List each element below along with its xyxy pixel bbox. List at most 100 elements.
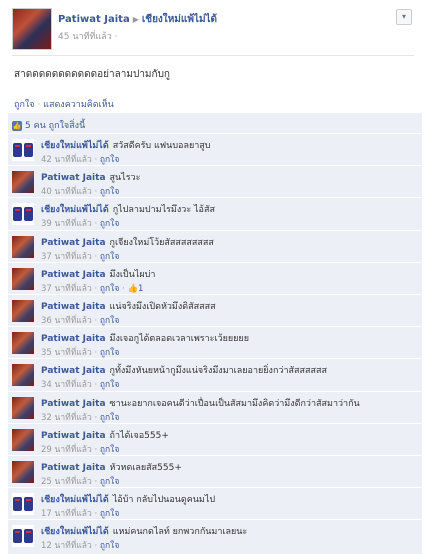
commenter-avatar[interactable] [12,235,34,258]
comment-author-link[interactable]: Patiwat Jaita [41,302,106,312]
commenter-avatar[interactable] [12,267,34,290]
comment-item: Patiwat Jaita มึงเจอกูได้ตลอดเวลาเพราะเว้… [8,326,422,358]
comment-meta: 40 นาทีที่แล้ว · ถูกใจ [41,184,119,198]
comment-author-link[interactable]: Patiwat Jaita [41,431,106,441]
comment-text: ถ้าได้เจอ555+ [109,430,169,441]
comment-timestamp[interactable]: 42 นาทีที่แล้ว [41,155,92,165]
comment-author-link[interactable]: เชียงใหม่แพ้ไม่ได้ [41,495,109,505]
comment-meta: 25 นาทีที่แล้ว · ถูกใจ [41,474,119,488]
comment-body: Patiwat Jaita มึงเจอกูได้ตลอดเวลาเพราะเว้… [41,331,249,345]
likes-summary-text[interactable]: 5 คน ถูกใจสิ่งนี้ [25,121,85,131]
comment-like-link[interactable]: ถูกใจ [100,509,119,519]
jersey-avatar[interactable] [12,139,34,161]
comment-timestamp[interactable]: 40 นาทีที่แล้ว [41,187,92,197]
separator: · [91,476,100,487]
jersey-icon [13,529,22,544]
comment-meta: 12 นาทีที่แล้ว · ถูกใจ [41,538,119,552]
comment-list: เชียงใหม่แพ้ไม่ได้ สวัสดีครับ แฟนบอลยาสูบ… [8,133,422,551]
commenter-avatar[interactable] [12,428,34,451]
comment-item: Patiwat Jaita หัวหดเลยสัส555+ 25 นาทีที่แล… [8,454,422,488]
comment-item: Patiwat Jaita แน่จริงมึงเปิดหัวมึงดิสัสสส… [8,293,422,326]
separator: · [91,219,100,230]
comment-author-link[interactable]: Patiwat Jaita [41,270,106,280]
comment-timestamp[interactable]: 36 นาทีที่แล้ว [41,316,92,326]
separator: · [91,444,100,455]
commenter-avatar[interactable] [12,364,34,387]
post-timestamp[interactable]: 45 นาทีที่แล้ว · [58,29,118,43]
jersey-icon [24,497,33,512]
comment-body: Patiwat Jaita มึงเป็นไผบ่า [41,267,155,281]
thumbs-up-icon: 👍 [12,120,22,131]
commenter-avatar[interactable] [12,460,34,483]
comment-text: สูนไรวะ [109,173,141,184]
comment-body: Patiwat Jaita ถ้าได้เจอ555+ [41,428,169,442]
comment-meta: 35 นาทีที่แล้ว · ถูกใจ [41,345,119,359]
comment-body: Patiwat Jaita กูทั้งมึงหันยหน้ากูมึงแน่จร… [41,363,327,377]
comment-author-link[interactable]: เชียงใหม่แพ้ไม่ได้ [41,205,109,215]
comment-like-link[interactable]: ถูกใจ [100,219,119,229]
commenter-avatar[interactable] [12,396,34,419]
comment-author-link[interactable]: Patiwat Jaita [41,366,106,376]
separator: · [34,100,44,110]
comment-meta: 32 นาทีที่แล้ว · ถูกใจ [41,410,119,424]
comment-timestamp[interactable]: 39 นาทีที่แล้ว [41,219,92,229]
comment-body: เชียงใหม่แพ้ไม่ได้ แหม่คนกดไลท์ ยกพวกกันม… [41,524,247,538]
separator: · [91,251,100,262]
comment-text: ซานะอยากเจอคนดีว่าเปื่อนเป็นสัสมามึงคิดว… [109,398,360,409]
jersey-avatar[interactable] [12,203,34,226]
comment-like-count[interactable]: 1 [138,284,143,294]
comment-author-link[interactable]: Patiwat Jaita [41,334,106,344]
chevron-down-icon[interactable]: ▾ [396,9,412,25]
comment-like-link[interactable]: ถูกใจ [100,284,119,294]
commenter-avatar[interactable] [12,299,34,322]
likes-summary: 👍 5 คน ถูกใจสิ่งนี้ [12,118,85,132]
comment-like-link[interactable]: ถูกใจ [100,477,119,487]
comment-like-link[interactable]: ถูกใจ [100,348,119,358]
comment-timestamp[interactable]: 29 นาทีที่แล้ว [41,445,92,455]
jersey-avatar[interactable] [12,493,34,516]
comment-like-link[interactable]: ถูกใจ [100,413,119,423]
comment-author-link[interactable]: Patiwat Jaita [41,173,106,183]
comment-item: เชียงใหม่แพ้ไม่ได้ สวัสดีครับ แฟนบอลยาสูบ… [8,133,422,165]
globe-icon: · [114,32,118,42]
post-target-link[interactable]: เชียงใหม่แพ้ไม่ได้ [142,14,217,25]
comment-like-link[interactable]: ถูกใจ [100,445,119,455]
comment-text: กูทั้งมึงหันยหน้ากูมึงแน่จริงมึงมาเลยอาย… [109,366,327,377]
comment-timestamp[interactable]: 34 นาทีที่แล้ว [41,380,92,390]
comment-body: Patiwat Jaita ซานะอยากเจอคนดีว่าเปื่อนเป็… [41,396,360,410]
comment-author-link[interactable]: Patiwat Jaita [41,463,106,473]
comment-author-link[interactable]: Patiwat Jaita [41,238,106,248]
comment-like-link[interactable]: ถูกใจ [100,187,119,197]
comment-like-link[interactable]: ถูกใจ [100,380,119,390]
comment-timestamp[interactable]: 32 นาทีที่แล้ว [41,413,92,423]
comment-meta: 37 นาทีที่แล้ว · ถูกใจ · 👍1 [41,281,143,295]
post-author-avatar[interactable] [12,8,52,50]
comment-text: กูไปลามปามไรมึงวะ ไอ้สัส [112,205,215,216]
comment-author-link[interactable]: เชียงใหม่แพ้ไม่ได้ [41,527,109,537]
comment-timestamp[interactable]: 25 นาทีที่แล้ว [41,477,92,487]
commenter-avatar[interactable] [12,332,34,355]
comment-timestamp[interactable]: 37 นาทีที่แล้ว [41,252,92,262]
comment-timestamp[interactable]: 37 นาทีที่แล้ว [41,284,92,294]
comment-meta: 17 นาทีที่แล้ว · ถูกใจ [41,506,119,520]
comment-like-link[interactable]: ถูกใจ [100,541,119,551]
comment-item: Patiwat Jaita กูทั้งมึงหันยหน้ากูมึงแน่จร… [8,358,422,390]
post-author-link[interactable]: Patiwat Jaita [58,14,130,25]
post-time-text[interactable]: 45 นาทีที่แล้ว [58,32,112,42]
comment-like-link[interactable]: ถูกใจ [100,252,119,262]
separator: · [91,541,100,552]
comment-author-link[interactable]: Patiwat Jaita [41,399,106,409]
comment-author-link[interactable]: เชียงใหม่แพ้ไม่ได้ [41,141,109,151]
jersey-icon [13,143,22,157]
comment-timestamp[interactable]: 17 นาทีที่แล้ว [41,509,92,519]
separator: · [91,283,100,294]
like-link[interactable]: ถูกใจ [14,100,35,110]
jersey-avatar[interactable] [12,525,34,548]
comment-like-link[interactable]: ถูกใจ [100,316,119,326]
comment-timestamp[interactable]: 35 นาทีที่แล้ว [41,348,92,358]
comment-item: เชียงใหม่แพ้ไม่ได้ ไอ้บ้า กลับไปนอนดูคนมไ… [8,487,422,519]
comment-link[interactable]: แสดงความคิดเห็น [43,100,114,110]
comment-timestamp[interactable]: 12 นาทีที่แล้ว [41,541,92,551]
commenter-avatar[interactable] [12,171,34,194]
comment-like-link[interactable]: ถูกใจ [100,155,119,165]
